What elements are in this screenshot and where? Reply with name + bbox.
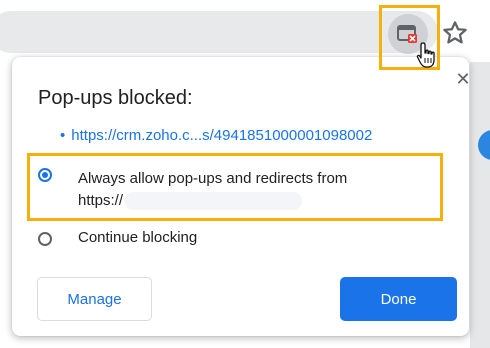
blocked-url-item[interactable]: • https://crm.zoho.c...s/4941851000001098… bbox=[60, 127, 372, 144]
bubble-title: Pop-ups blocked: bbox=[38, 87, 193, 109]
blocked-url-link[interactable]: https://crm.zoho.c...s/49418510000010980… bbox=[71, 127, 372, 144]
done-button[interactable]: Done bbox=[340, 277, 457, 321]
hand-pointer-icon bbox=[416, 42, 435, 68]
continue-blocking-label[interactable]: Continue blocking bbox=[78, 229, 197, 246]
star-icon[interactable] bbox=[440, 18, 470, 48]
page-backdrop bbox=[470, 62, 490, 348]
screenshot-root: ✕ Pop-ups blocked: • https://crm.zoho.c..… bbox=[0, 0, 490, 348]
bullet: • bbox=[60, 127, 66, 144]
manage-button[interactable]: Manage bbox=[37, 277, 152, 321]
address-bar[interactable] bbox=[0, 11, 438, 53]
close-icon[interactable]: ✕ bbox=[453, 69, 473, 89]
continue-blocking-radio[interactable] bbox=[38, 232, 52, 246]
always-allow-highlight bbox=[27, 153, 443, 221]
